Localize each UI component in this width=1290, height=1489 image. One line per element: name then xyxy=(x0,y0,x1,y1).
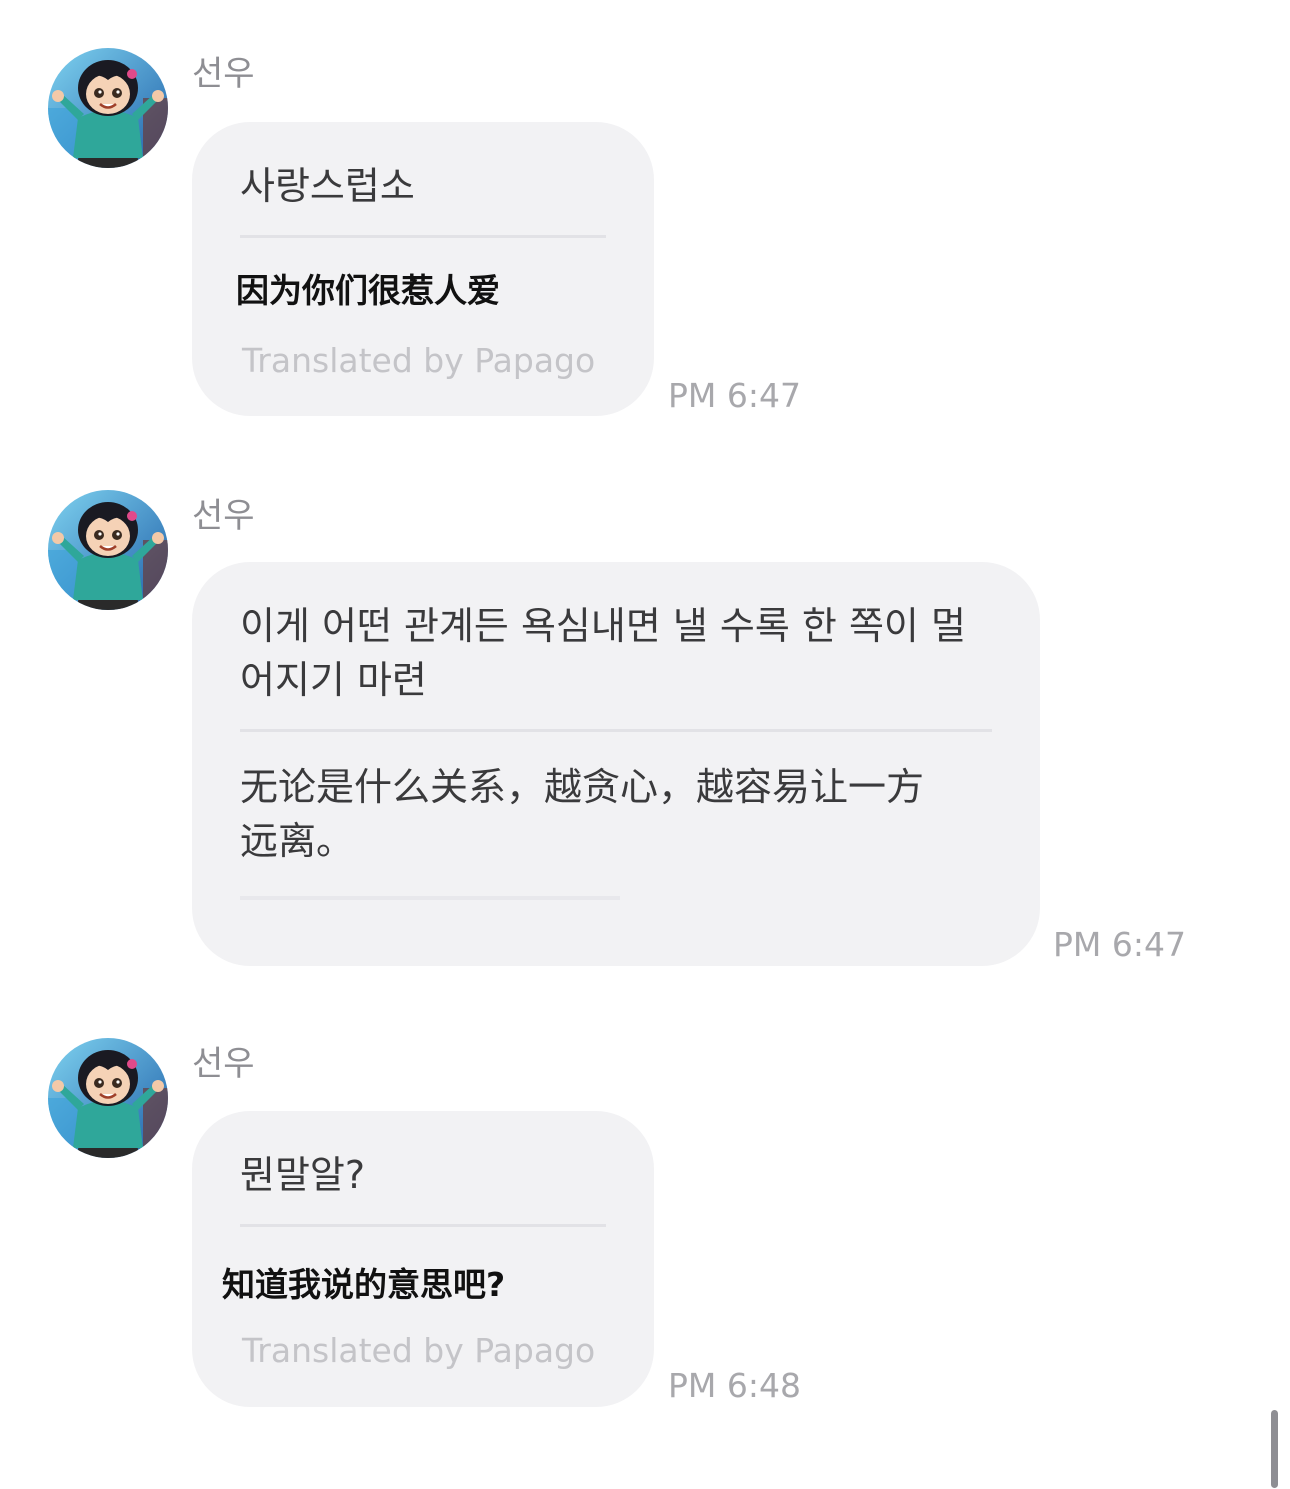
loading-credit-placeholder xyxy=(240,896,620,900)
message-bubble[interactable]: 뭔말알? 知道我说的意思吧? Translated by Papago xyxy=(192,1111,654,1407)
cartoon-girl-avatar-icon xyxy=(48,490,168,610)
sender-avatar[interactable] xyxy=(48,48,168,168)
translation-divider xyxy=(240,729,992,732)
translated-message-text-line: 远离。 xyxy=(240,819,355,863)
translation-credit: Translated by Papago xyxy=(242,341,596,380)
message-bubble[interactable]: 사랑스럽소 因为你们很惹人爱 Translated by Papago xyxy=(192,122,654,416)
cartoon-girl-avatar-icon xyxy=(48,1038,168,1158)
scrollbar-thumb[interactable] xyxy=(1271,1410,1278,1488)
translated-message-text-line: 无论是什么关系，越贪心，越容易让一方 xyxy=(240,765,925,809)
cartoon-girl-avatar-icon xyxy=(48,48,168,168)
translation-divider xyxy=(240,235,606,238)
sender-avatar[interactable] xyxy=(48,490,168,610)
translated-message-text: 因为你们很惹人爱 xyxy=(236,271,500,310)
sender-name: 선우 xyxy=(192,54,255,94)
message-timestamp: PM 6:47 xyxy=(668,376,801,415)
original-message-text-line: 어지기 마련 xyxy=(240,658,427,702)
translation-credit: Translated by Papago xyxy=(242,1331,596,1370)
sender-name: 선우 xyxy=(192,496,255,536)
translation-divider xyxy=(240,1224,606,1227)
message-bubble[interactable]: 이게 어떤 관계든 욕심내면 낼 수록 한 쪽이 멀 어지기 마련 无论是什么关… xyxy=(192,562,1040,966)
message-timestamp: PM 6:48 xyxy=(668,1366,801,1405)
original-message-text-line: 이게 어떤 관계든 욕심내면 낼 수록 한 쪽이 멀 xyxy=(240,604,966,648)
original-message-text: 사랑스럽소 xyxy=(240,164,415,208)
translated-message-text: 知道我说的意思吧? xyxy=(222,1265,506,1304)
message-timestamp: PM 6:47 xyxy=(1053,925,1186,964)
original-message-text: 뭔말알? xyxy=(240,1153,366,1197)
sender-avatar[interactable] xyxy=(48,1038,168,1158)
sender-name: 선우 xyxy=(192,1044,255,1084)
